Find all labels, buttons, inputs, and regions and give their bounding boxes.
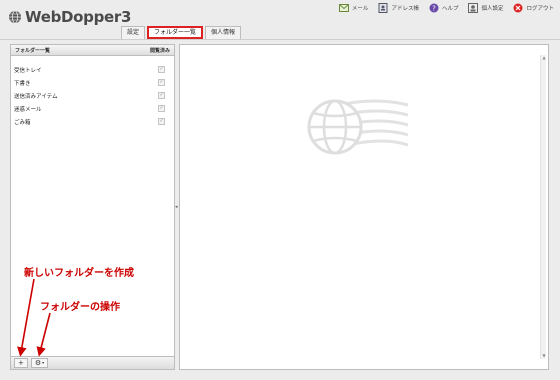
- help-icon: ?: [429, 3, 439, 13]
- read-checkbox[interactable]: ✓: [158, 66, 165, 73]
- app-logo: WebDopper3: [8, 8, 131, 26]
- annotation-folder-ops: フォルダーの操作: [40, 302, 120, 313]
- folder-name: 送信済みアイテム: [14, 93, 58, 100]
- splitter-grip-icon[interactable]: ◂: [175, 204, 178, 210]
- folder-name: 受信トレイ: [14, 67, 42, 74]
- folder-list: 受信トレイ ✓ 下書き ✓ 送信済みアイテム ✓ 迷惑メール ✓ ごみ箱 ✓: [11, 56, 174, 128]
- logout-icon: [513, 3, 523, 13]
- folder-name: 迷惑メール: [14, 106, 42, 113]
- folder-row-drafts[interactable]: 下書き ✓: [11, 76, 174, 89]
- scroll-down-icon[interactable]: ▼: [541, 353, 547, 359]
- folder-row-junk[interactable]: 迷惑メール ✓: [11, 102, 174, 115]
- nav-personal-settings-label: 個人設定: [481, 6, 504, 12]
- column-folder-name: フォルダー一覧: [15, 47, 51, 54]
- folder-actions-button[interactable]: ⚙ ▾: [30, 358, 49, 368]
- nav-personal-settings[interactable]: 個人設定: [468, 3, 503, 13]
- tab-personal-info[interactable]: 個人情報: [205, 26, 242, 39]
- folder-list-panel: フォルダー一覧 閲覧済み 受信トレイ ✓ 下書き ✓ 送信済みアイテム ✓ 迷惑…: [10, 44, 175, 370]
- folder-detail-panel: ▲ ▼: [179, 44, 549, 370]
- settings-tabs: 設定 フォルダー一覧 個人情報: [121, 26, 242, 39]
- nav-mail-label: メール: [351, 6, 369, 12]
- nav-mail[interactable]: メール: [338, 3, 369, 13]
- plus-icon: +: [18, 359, 24, 367]
- vertical-scrollbar[interactable]: ▲ ▼: [540, 55, 546, 359]
- nav-address-book-label: アドレス帳: [391, 6, 419, 12]
- read-checkbox[interactable]: ✓: [158, 118, 165, 125]
- scroll-up-icon[interactable]: ▲: [541, 55, 547, 61]
- nav-help-label: ヘルプ: [441, 6, 459, 12]
- read-checkbox[interactable]: ✓: [158, 105, 165, 112]
- folder-row-inbox[interactable]: 受信トレイ ✓: [11, 63, 174, 76]
- folder-panel-footer: + ⚙ ▾: [11, 356, 174, 369]
- nav-help[interactable]: ? ヘルプ: [429, 3, 459, 13]
- caret-down-icon: ▾: [42, 360, 45, 365]
- column-read: 閲覧済み: [149, 47, 170, 54]
- globe-logo-icon: [9, 10, 21, 24]
- panel-splitter[interactable]: ◂: [175, 44, 178, 370]
- nav-logout[interactable]: ログアウト: [513, 3, 554, 13]
- app-title: WebDopper3: [25, 8, 132, 26]
- annotation-new-folder: 新しいフォルダーを作成: [24, 268, 134, 279]
- gear-icon: ⚙: [34, 359, 42, 367]
- read-checkbox[interactable]: ✓: [158, 92, 165, 99]
- tab-folder-list[interactable]: フォルダー一覧: [147, 26, 204, 39]
- folder-row-sent[interactable]: 送信済みアイテム ✓: [11, 89, 174, 102]
- folder-name: 下書き: [14, 80, 31, 87]
- add-folder-button[interactable]: +: [14, 358, 28, 368]
- folder-name: ごみ箱: [14, 119, 31, 126]
- nav-address-book[interactable]: アドレス帳: [378, 3, 419, 13]
- personal-settings-icon: [468, 3, 479, 13]
- folder-row-trash[interactable]: ごみ箱 ✓: [11, 115, 174, 128]
- tab-settings[interactable]: 設定: [121, 26, 146, 39]
- mail-icon: [338, 4, 349, 12]
- folder-list-header: フォルダー一覧 閲覧済み: [11, 45, 174, 56]
- nav-logout-label: ログアウト: [526, 6, 554, 12]
- svg-text:?: ?: [432, 5, 436, 13]
- address-book-icon: [378, 3, 388, 13]
- top-navigation: メール アドレス帳 ? ヘルプ 個人設定 ログアウト: [338, 3, 554, 13]
- read-checkbox[interactable]: ✓: [158, 79, 165, 86]
- tab-divider: [0, 39, 560, 40]
- globe-watermark-icon: [307, 99, 409, 155]
